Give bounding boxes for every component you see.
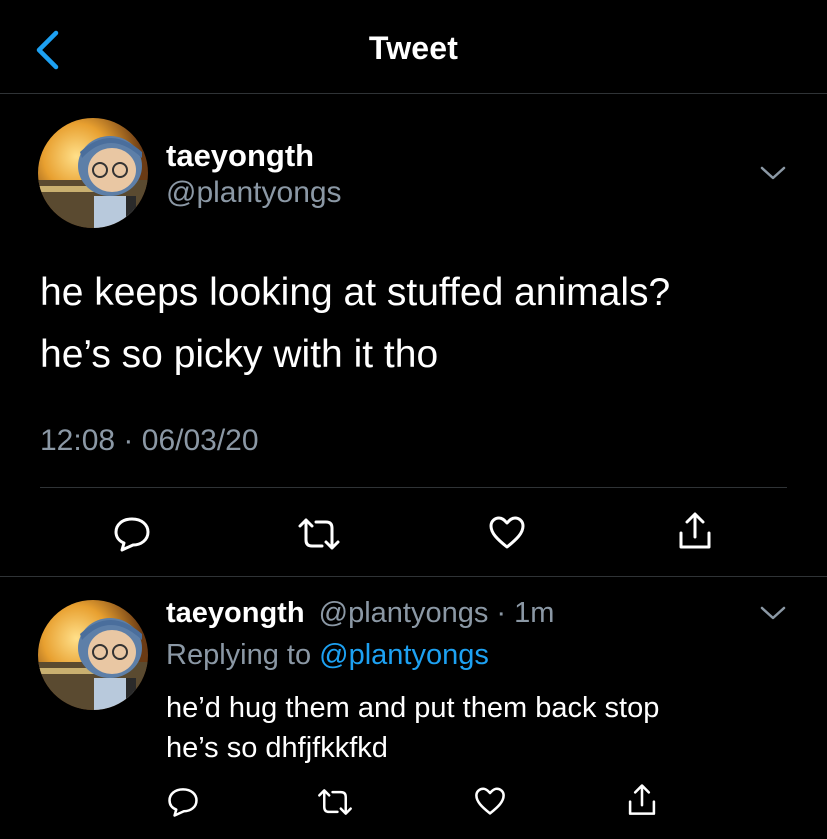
share-icon: [628, 784, 656, 815]
like-icon: [489, 516, 525, 549]
author-name[interactable]: taeyongth: [166, 138, 314, 174]
tweet-menu-button[interactable]: [758, 604, 788, 627]
tweet-time: 12:08: [40, 424, 116, 457]
separator: ·: [123, 424, 134, 457]
share-icon: [679, 512, 711, 549]
reply-button[interactable]: [166, 786, 200, 818]
author-handle[interactable]: @plantyongs: [166, 176, 342, 210]
chevron-down-icon: [760, 166, 786, 180]
avatar[interactable]: [38, 600, 148, 710]
like-icon: [475, 787, 505, 815]
page-title: Tweet: [368, 30, 459, 66]
replying-to-label: Replying to: [166, 639, 312, 671]
reply-button[interactable]: [112, 515, 152, 553]
retweet-button[interactable]: [296, 516, 342, 552]
reply-text-line: he’d hug them and put them back stop: [166, 692, 660, 724]
tweet-menu-button[interactable]: [758, 164, 788, 187]
share-button[interactable]: [625, 783, 659, 817]
top-nav-bar: Tweet: [0, 0, 827, 94]
replying-to: Replying to @plantyongs: [166, 639, 489, 672]
tweet-text-line: he’s so picky with it tho: [40, 333, 439, 376]
reply-text: he’d hug them and put them back stop he’…: [166, 688, 786, 768]
retweet-icon: [298, 518, 340, 550]
chevron-down-icon: [760, 606, 786, 620]
divider: [40, 487, 787, 488]
reply-icon: [114, 517, 150, 552]
share-button[interactable]: [675, 511, 715, 551]
like-button[interactable]: [487, 515, 527, 551]
retweet-button[interactable]: [316, 787, 354, 817]
tweet-timestamp[interactable]: 12:08 · 06/03/20: [40, 424, 259, 458]
like-button[interactable]: [473, 786, 507, 817]
separator: ·: [496, 597, 507, 629]
tweet-date: 06/03/20: [141, 424, 259, 457]
author-handle[interactable]: @plantyongs: [319, 597, 489, 629]
retweet-icon: [318, 789, 352, 815]
replying-to-handle-link[interactable]: @plantyongs: [319, 639, 489, 671]
reply-icon: [168, 788, 198, 817]
tweet-text: he keeps looking at stuffed animals? he’…: [40, 262, 800, 386]
reply-author-line: taeyongth @plantyongs · 1m: [166, 597, 554, 630]
reply-age: 1m: [514, 597, 555, 629]
reply-text-line: he’s so dhfjfkkfkd: [166, 732, 388, 764]
avatar[interactable]: [38, 118, 148, 228]
author-name[interactable]: taeyongth: [166, 597, 305, 629]
tweet-text-line: he keeps looking at stuffed animals?: [40, 271, 671, 314]
divider: [0, 576, 827, 577]
